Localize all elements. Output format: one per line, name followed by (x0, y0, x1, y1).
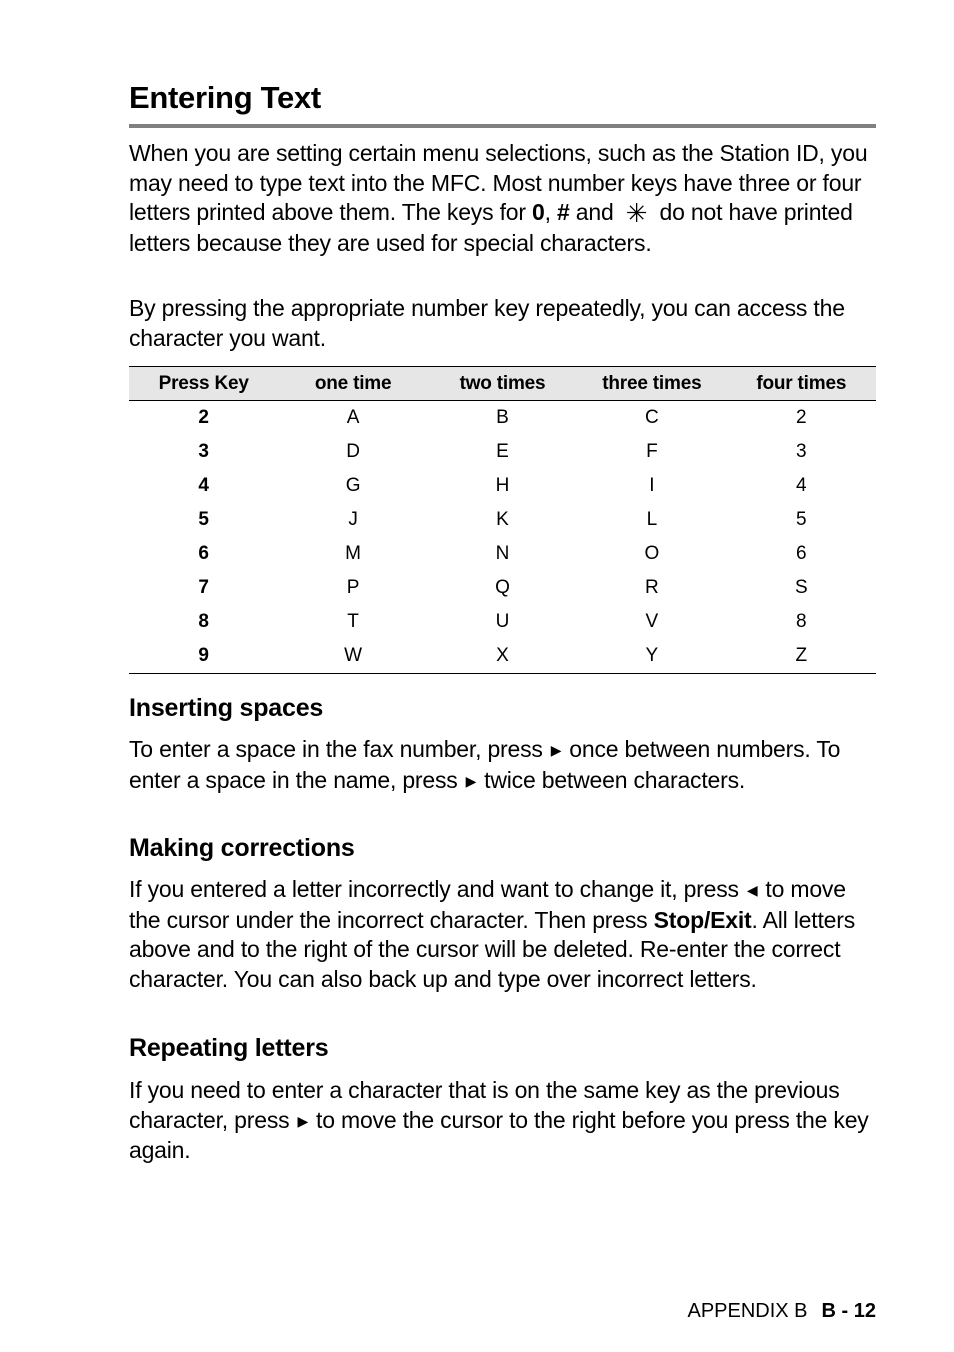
char-cell: G (345, 475, 361, 496)
inserting-spaces-paragraph: To enter a space in the fax number, pres… (129, 735, 876, 796)
key-cell: 4 (198, 475, 209, 496)
char-cell: B (496, 407, 509, 428)
char-cell: N (495, 543, 510, 564)
key-cell: 3 (198, 441, 209, 462)
making-corrections-heading: Making corrections (129, 834, 355, 862)
repeating-letters-heading: Repeating letters (129, 1034, 329, 1062)
char-cell: V (645, 611, 659, 632)
key-cell: 7 (198, 577, 209, 598)
header-two-times: two times (427, 366, 578, 401)
char-cell: C (645, 407, 659, 428)
text: If you entered a letter incorrectly and … (129, 876, 739, 902)
char-cell: F (646, 441, 658, 462)
table-row: 7 P Q R S (129, 571, 876, 605)
char-cell: A (346, 407, 360, 428)
key-zero: 0 (532, 199, 545, 226)
char-cell: L (646, 509, 658, 530)
table-row: 2 A B C 2 (129, 401, 876, 436)
intro-paragraph-2: By pressing the appropriate number key r… (129, 295, 845, 351)
table-row: 9WXYZ (129, 639, 876, 674)
char-cell: X (427, 639, 578, 674)
repeating-letters-paragraph: If you need to enter a character that is… (129, 1076, 876, 1166)
table-row: 5 J K L 5 (129, 503, 876, 537)
table-row: 8 T U V 8 (129, 605, 876, 639)
char-cell: 2 (795, 407, 807, 428)
key-cell: 2 (198, 407, 209, 428)
inserting-spaces-heading: Inserting spaces (129, 694, 324, 722)
star-key-icon: ✳ (625, 198, 648, 229)
title-rule (129, 124, 876, 128)
and-text: and (569, 199, 620, 226)
char-cell: T (347, 611, 359, 632)
char-cell: S (794, 577, 808, 598)
char-cell: M (345, 543, 361, 564)
table-row: 4 G H I 4 (129, 469, 876, 503)
table-row: 3 D E F 3 (129, 435, 876, 469)
char-cell: 4 (795, 475, 807, 496)
right-arrow-icon: ▶ (297, 1112, 309, 1129)
char-cell: 5 (795, 509, 807, 530)
key-cell: 8 (198, 611, 209, 632)
char-cell: K (496, 509, 509, 530)
footer-section: APPENDIX B (687, 1300, 808, 1322)
char-cell: W (278, 639, 428, 674)
table-header-row: Press Key one time two times three times… (129, 366, 876, 401)
right-arrow-icon: ▶ (465, 772, 477, 789)
left-arrow-icon: ◀ (746, 882, 758, 898)
char-cell: U (495, 611, 510, 632)
page-title: Entering Text (129, 80, 321, 115)
header-four-times: four times (726, 366, 876, 401)
header-three-times: three times (577, 366, 727, 401)
char-cell: P (346, 577, 360, 598)
key-cell: 5 (198, 509, 209, 530)
header-one-time: one time (278, 366, 428, 401)
text: twice between characters. (484, 766, 746, 793)
char-cell: O (644, 543, 660, 564)
text: To enter a space in the fax number, pres… (129, 736, 543, 762)
char-cell: I (649, 475, 655, 496)
char-cell: Y (577, 639, 727, 674)
char-cell: E (496, 441, 509, 462)
stop-exit-key: Stop/Exit (653, 906, 752, 933)
char-cell: D (346, 441, 360, 462)
char-cell: J (348, 509, 358, 530)
right-arrow-icon: ▶ (550, 742, 562, 758)
page-footer: APPENDIX B B - 12 (687, 1300, 876, 1323)
page-number: B - 12 (821, 1300, 876, 1322)
char-cell: 3 (795, 441, 807, 462)
char-cell: 8 (795, 611, 807, 632)
char-cell: R (645, 577, 659, 598)
key-hash: # (557, 199, 570, 226)
making-corrections-paragraph: If you entered a letter incorrectly and … (129, 875, 876, 995)
char-cell: H (495, 475, 510, 496)
key-cell: 6 (198, 543, 209, 564)
header-press-key: Press Key (129, 366, 279, 401)
separator: , (544, 199, 558, 226)
table-row: 6 M N O 6 (129, 537, 876, 571)
char-cell: Z (726, 639, 876, 674)
key-cell: 9 (129, 639, 279, 674)
char-cell: Q (495, 577, 510, 598)
key-character-table: Press Key one time two times three times… (129, 366, 876, 674)
intro-paragraph: When you are setting certain menu select… (129, 139, 876, 259)
char-cell: 6 (795, 543, 807, 564)
